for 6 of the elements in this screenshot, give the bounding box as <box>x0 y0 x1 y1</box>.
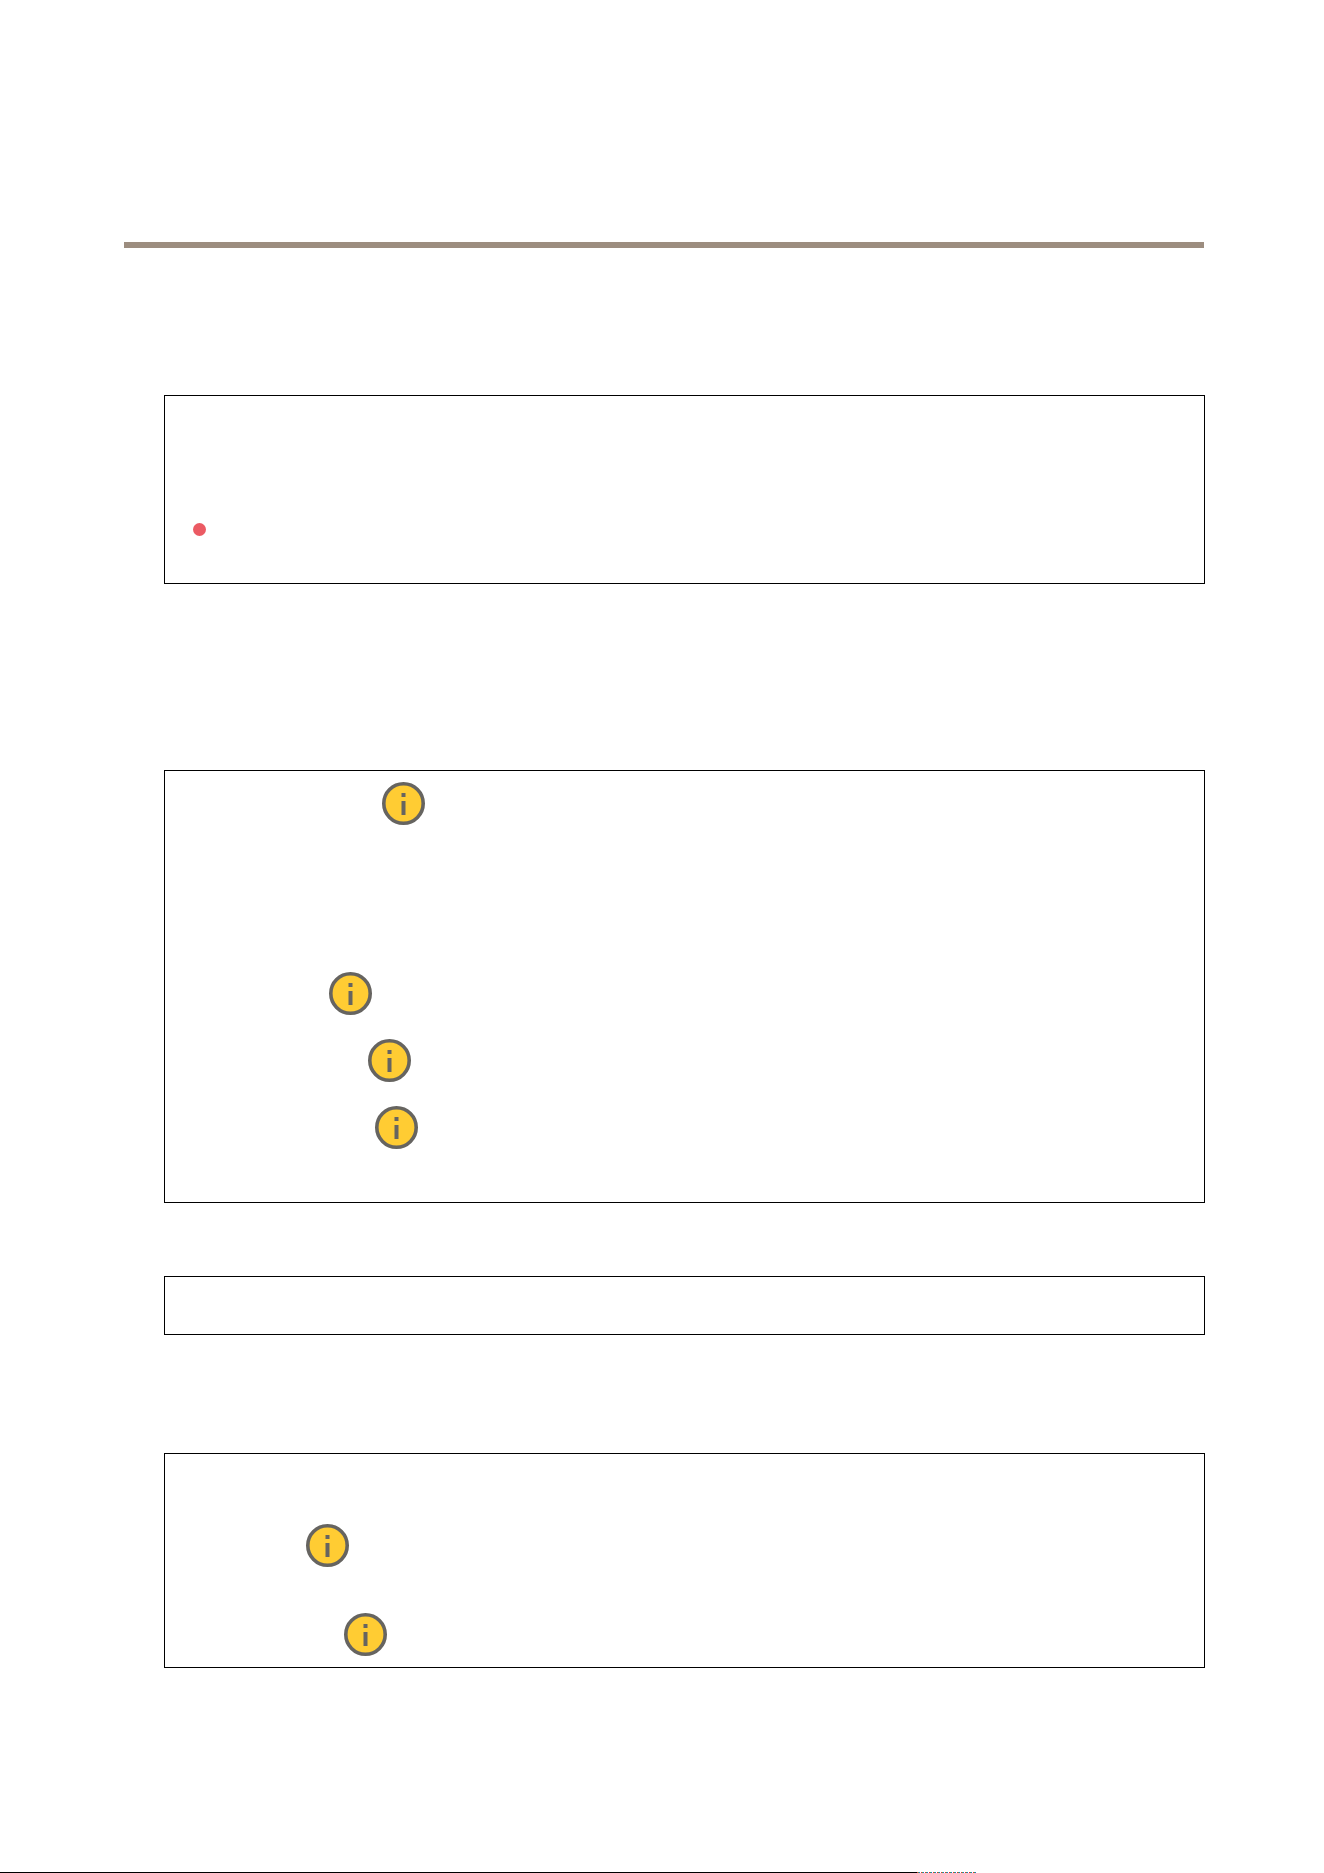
info-icon <box>382 782 425 825</box>
info-icon <box>329 972 372 1015</box>
info-icon <box>368 1039 411 1082</box>
info-icon <box>344 1613 387 1656</box>
info-icon <box>306 1524 349 1567</box>
info-icon <box>375 1106 418 1149</box>
